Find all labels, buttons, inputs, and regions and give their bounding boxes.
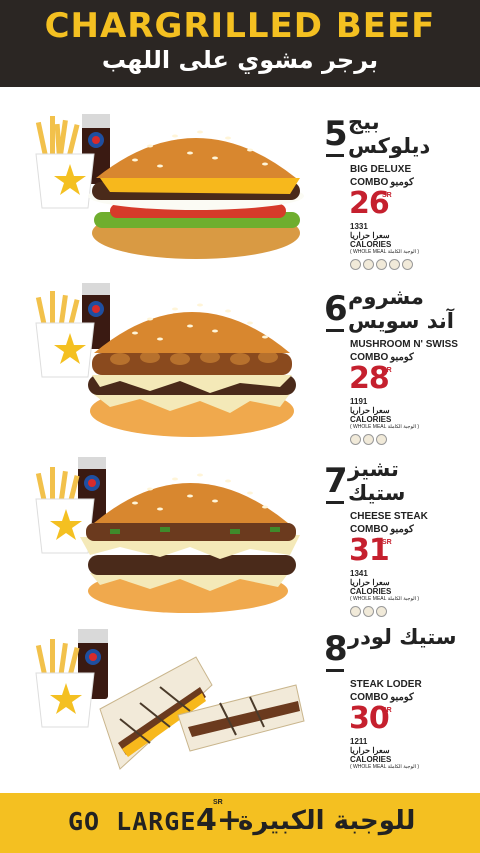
calories-label: CALORIES	[350, 240, 392, 249]
currency-label: SR	[382, 539, 392, 546]
item-name: STEAK LODER	[350, 679, 422, 690]
allergen-icon	[389, 259, 400, 270]
upsize-price: 4+	[196, 803, 243, 838]
item-name: BIG DELUXE	[350, 164, 412, 175]
page-subtitle-arabic: برجر مشوي على اللهب	[101, 46, 379, 74]
whole-meal-note: ( WHOLE MEAL الوجبة الكاملة )	[350, 249, 420, 255]
currency-label: SR	[382, 192, 392, 199]
currency-label: SR	[382, 367, 392, 374]
cheese-steak-combo-image	[35, 457, 300, 613]
big-deluxe-combo-image	[35, 114, 304, 259]
allergen-icons	[350, 604, 389, 617]
calories-label: CALORIES	[350, 587, 392, 596]
menu-item-steak-loder[interactable]: 8 ستيك لودر STEAK LODER COMBO كومبو 30 SR…	[0, 623, 480, 793]
whole-meal-note: ( WHOLE MEAL الوجبة الكاملة )	[350, 764, 420, 770]
go-large-label: GO LARGE	[68, 807, 197, 836]
calories-value: 1341	[350, 569, 368, 578]
currency-label: SR	[382, 707, 392, 714]
item-name-arabic: تشيز ستيك	[348, 457, 406, 505]
item-number: 7	[324, 461, 348, 501]
allergen-icon	[376, 606, 387, 617]
allergen-icon	[350, 259, 361, 270]
allergen-icon	[363, 259, 374, 270]
menu-item-mushroom-swiss[interactable]: 6 مشروم آند سويس MUSHROOM N' SWISS COMBO…	[0, 283, 480, 453]
allergen-icon	[350, 434, 361, 445]
allergen-icon	[402, 259, 413, 270]
allergen-icon	[376, 434, 387, 445]
calories-label: CALORIES	[350, 755, 392, 764]
calories-value: 1211	[350, 737, 368, 746]
item-number: 8	[324, 629, 348, 669]
calories-label: CALORIES	[350, 415, 392, 424]
item-name-arabic: بيج ديلوكس	[348, 110, 431, 158]
calories-label-arabic: سعرا حراريا	[350, 231, 390, 240]
mushroom-swiss-combo-image	[35, 283, 296, 437]
item-name: CHEESE STEAK	[350, 511, 428, 522]
calories-label-arabic: سعرا حراريا	[350, 578, 390, 587]
whole-meal-note: ( WHOLE MEAL الوجبة الكاملة )	[350, 424, 420, 430]
allergen-icon	[376, 259, 387, 270]
allergen-icons	[350, 257, 415, 270]
calories-value: 1191	[350, 397, 368, 406]
whole-meal-note: ( WHOLE MEAL الوجبة الكاملة )	[350, 596, 420, 602]
calories-label-arabic: سعرا حراريا	[350, 406, 390, 415]
page-title: CHARGRILLED BEEF	[44, 6, 436, 46]
item-number: 5	[324, 114, 348, 154]
number-underline	[326, 501, 344, 504]
item-name: MUSHROOM N' SWISS	[350, 339, 458, 350]
item-number: 6	[324, 289, 348, 329]
allergen-icon	[363, 434, 374, 445]
steak-loder-combo-image	[35, 629, 305, 770]
item-name-arabic: مشروم آند سويس	[348, 285, 454, 333]
allergen-icons	[350, 432, 389, 445]
number-underline	[326, 669, 344, 672]
calories-value: 1331	[350, 222, 368, 231]
allergen-icon	[363, 606, 374, 617]
menu-item-cheese-steak[interactable]: 7 تشيز ستيك CHEESE STEAK COMBO كومبو 31 S…	[0, 455, 480, 625]
go-large-label-arabic: للوجبة الكبيرة	[238, 806, 416, 836]
number-underline	[326, 154, 344, 157]
menu-item-big-deluxe[interactable]: 5 بيج ديلوكس BIG DELUXE COMBO كومبو 26 SR…	[0, 108, 480, 278]
item-name-arabic: ستيك لودر	[348, 625, 457, 649]
number-underline	[326, 329, 344, 332]
calories-label-arabic: سعرا حراريا	[350, 746, 390, 755]
allergen-icon	[350, 606, 361, 617]
